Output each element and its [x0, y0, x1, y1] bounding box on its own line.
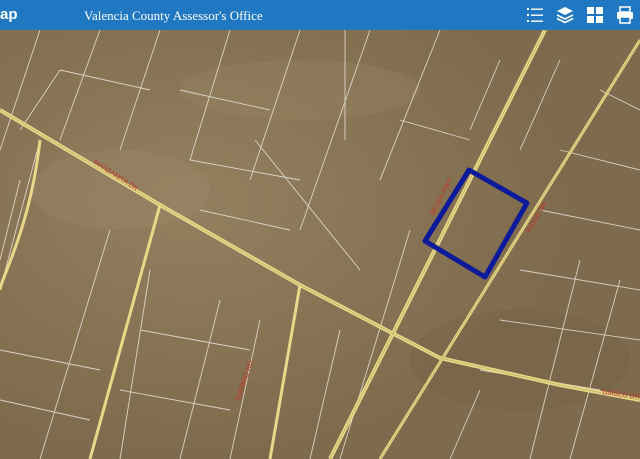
map-view[interactable]: MANZANITA DR BELEN HWY RIDGE DR ENEBRO R…: [0, 30, 640, 459]
layers-icon: [556, 7, 574, 24]
basemap-gallery-button[interactable]: [580, 0, 610, 30]
app-title: Valencia County Assessor's Office: [84, 8, 263, 23]
legend-list-button[interactable]: [520, 0, 550, 30]
app-header: ap Valencia County Assessor's Office: [0, 0, 640, 30]
basemap-gallery-icon: [587, 7, 603, 23]
print-icon: [617, 6, 633, 24]
legend-list-icon: [527, 8, 543, 22]
layers-button[interactable]: [550, 0, 580, 30]
app-brand: ap: [0, 6, 18, 23]
print-button[interactable]: [610, 0, 640, 30]
terrain-patch: [180, 60, 420, 120]
aerial-map[interactable]: MANZANITA DR BELEN HWY RIDGE DR ENEBRO R…: [0, 30, 640, 459]
toolbar: [520, 0, 640, 30]
